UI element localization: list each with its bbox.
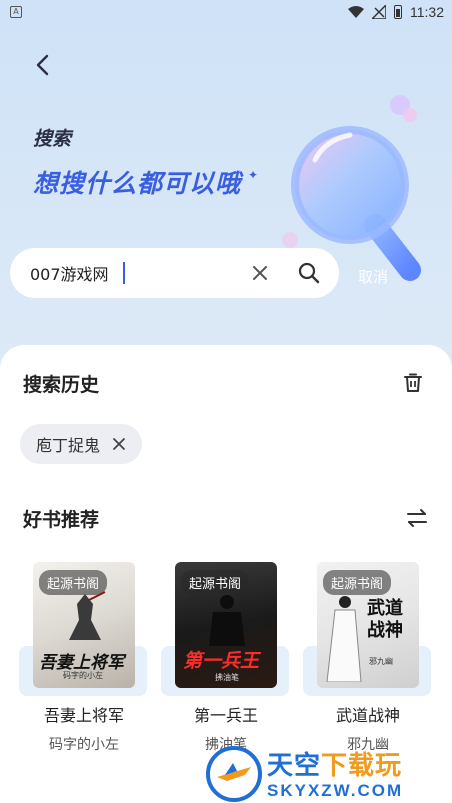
cover-title: 武道战神 [367,598,403,641]
history-tag[interactable]: 庖丁捉鬼 [20,424,143,464]
app-indicator-icon: A [10,6,22,18]
back-arrow-icon[interactable] [28,50,58,80]
search-history-title: 搜索历史 [23,374,100,396]
book-author: 码字的小左 [49,737,119,753]
book-cover[interactable]: 起源书阁 吾妻上将军 码字的小左 [33,562,135,688]
book-title[interactable]: 第一兵王 [161,702,291,726]
signal-icon [372,5,386,19]
close-icon[interactable] [112,437,126,451]
book-cover[interactable]: 起源书阁 武道战神 邪九幽 [317,562,419,688]
book-card[interactable]: 起源书阁 吾妻上将军 码字的小左 吾妻上将军 码字的小左 [19,560,149,800]
watermark-brand-b: 下载玩 [321,751,403,781]
recommend-title: 好书推荐 [23,509,100,531]
text-caret [123,262,125,284]
watermark-url: SKYXZW.COM [267,781,404,800]
cover-author: 邪九幽 [369,657,393,666]
clear-icon[interactable] [250,263,270,283]
cover-author: 拂油笔 [215,673,239,682]
watermark-brand: 天空下载玩 [267,745,402,782]
swordsman-figure-icon [326,596,362,682]
page-subtitle: 想搜什么都可以哦 [33,169,242,198]
book-title[interactable]: 武道战神 [303,702,433,726]
search-bar [10,248,339,298]
wifi-icon [348,6,364,18]
history-tag-label: 庖丁捉鬼 [36,436,101,455]
page-title: 搜索 [33,128,72,150]
battery-icon [394,5,402,19]
status-bar: A 11:32 [0,0,452,26]
search-icon[interactable] [297,261,321,285]
clock: 11:32 [410,4,444,20]
watermark-logo-icon [206,746,262,802]
swap-icon[interactable] [405,506,429,530]
warrior-figure-icon [69,591,106,640]
book-title[interactable]: 吾妻上将军 [19,702,149,726]
cover-title: 第一兵王 [183,650,260,672]
watermark-brand-a: 天空 [267,751,322,781]
sparkle-icon: ✦ [248,168,259,182]
cover-author: 码字的小左 [63,671,103,680]
watermark: 天空下载玩 SKYXZW.COM [205,745,452,803]
book-cover[interactable]: 起源书阁 第一兵王 拂油笔 [175,562,277,688]
status-icons: 11:32 [348,4,444,20]
cancel-button[interactable]: 取消 [358,266,388,287]
trash-icon[interactable] [402,372,424,394]
soldier-figure-icon [209,595,245,646]
search-input[interactable] [30,261,230,285]
